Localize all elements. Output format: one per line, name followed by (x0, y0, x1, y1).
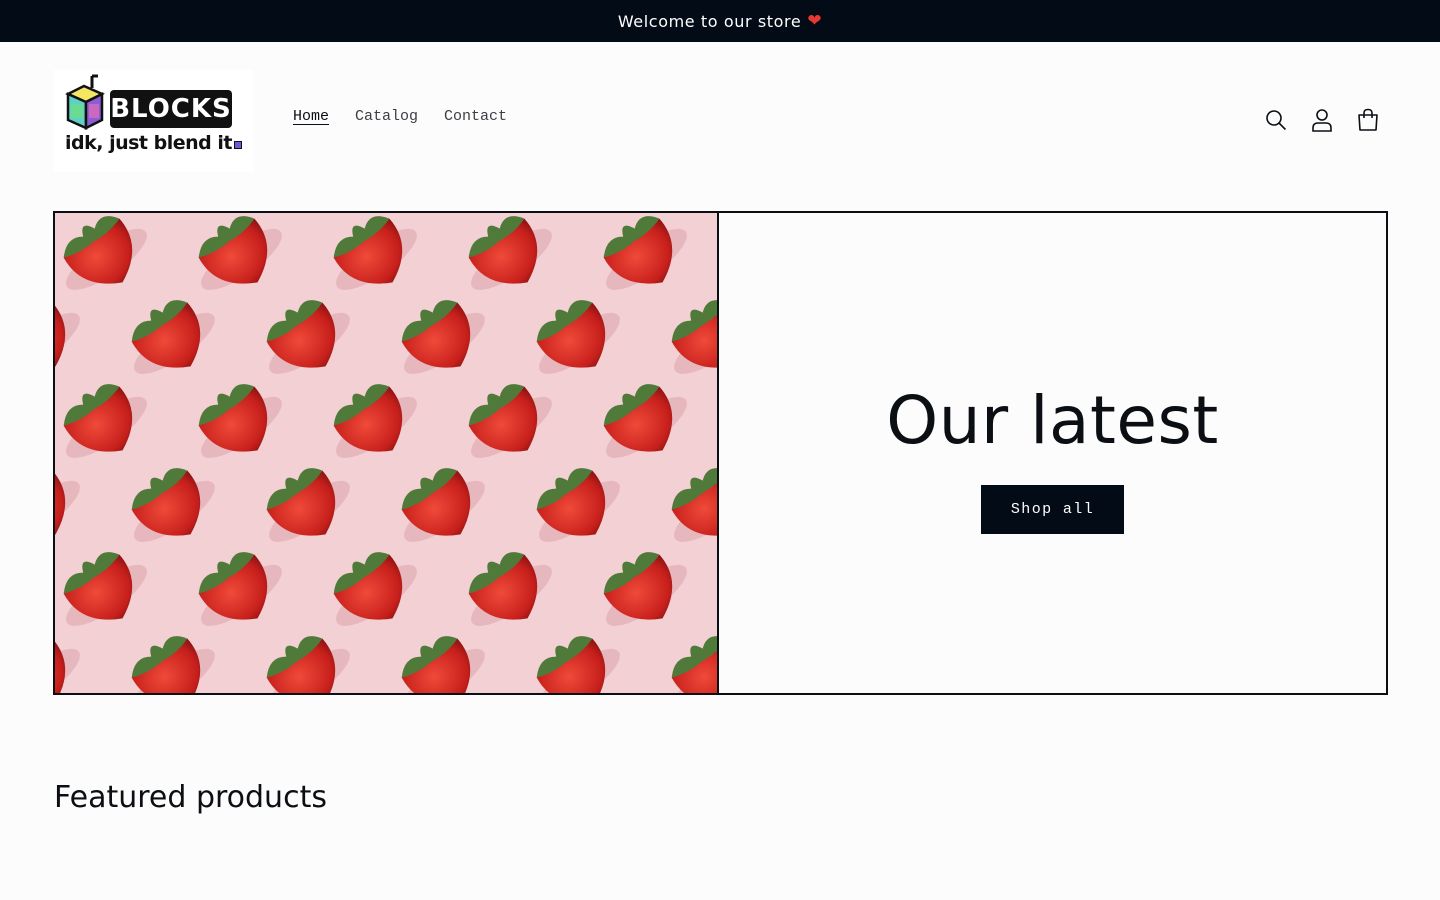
strawberry (536, 300, 620, 374)
strawberry (55, 213, 95, 226)
strawberry (266, 300, 350, 374)
strawberry (266, 636, 350, 693)
search-icon[interactable] (1264, 106, 1288, 134)
strawberry (401, 300, 485, 374)
strawberry (468, 384, 552, 458)
strawberry (55, 638, 80, 693)
hero-banner: Our latest Shop all (53, 211, 1388, 695)
strawberry (55, 470, 80, 542)
heart-icon: ❤ (807, 11, 823, 31)
strawberry (382, 213, 500, 226)
featured-products-heading: Featured products (54, 780, 327, 815)
strawberry (131, 468, 215, 542)
strawberry (247, 213, 365, 226)
hero-content: Our latest Shop all (719, 213, 1386, 693)
strawberry (333, 384, 417, 458)
strawberry (198, 552, 282, 626)
strawberry (112, 213, 230, 226)
strawberry (603, 552, 687, 626)
strawberry (671, 300, 717, 374)
store-logo[interactable]: BLOCKS idk, just blend it (54, 70, 254, 172)
strawberry (603, 384, 687, 458)
strawberry (131, 300, 215, 374)
juice-box-icon (65, 74, 105, 131)
strawberry (671, 468, 717, 542)
main-nav: Home Catalog Contact (280, 108, 520, 125)
strawberry (131, 636, 215, 693)
strawberry (671, 636, 717, 693)
site-header: BLOCKS idk, just blend it Home Catalog C… (0, 42, 1440, 200)
strawberry (63, 552, 147, 626)
strawberry (266, 468, 350, 542)
strawberry (468, 552, 552, 626)
nav-link-home[interactable]: Home (280, 108, 342, 125)
strawberry (401, 636, 485, 693)
nav-link-contact[interactable]: Contact (431, 108, 520, 125)
nav-link-catalog[interactable]: Catalog (342, 108, 431, 125)
strawberry (55, 302, 80, 374)
shop-all-button[interactable]: Shop all (981, 485, 1124, 534)
announcement-bar: Welcome to our store ❤ (0, 0, 1440, 42)
logo-wordmark: BLOCKS (110, 90, 232, 128)
strawberry (63, 216, 147, 290)
header-icons (1264, 106, 1380, 134)
logo-tagline: idk, just blend it (65, 132, 242, 154)
strawberry (401, 468, 485, 542)
strawberry (536, 636, 620, 693)
cart-icon[interactable] (1356, 106, 1380, 134)
strawberry (536, 468, 620, 542)
strawberry (517, 213, 635, 226)
strawberry (198, 216, 282, 290)
hero-image (55, 213, 719, 693)
strawberry (63, 384, 147, 458)
strawberry (333, 552, 417, 626)
hero-title: Our latest (886, 382, 1219, 459)
strawberry (333, 216, 417, 290)
strawberry (603, 216, 687, 290)
strawberry (198, 384, 282, 458)
announcement-text: Welcome to our store (617, 11, 802, 31)
strawberry (468, 216, 552, 290)
account-icon[interactable] (1310, 106, 1334, 134)
